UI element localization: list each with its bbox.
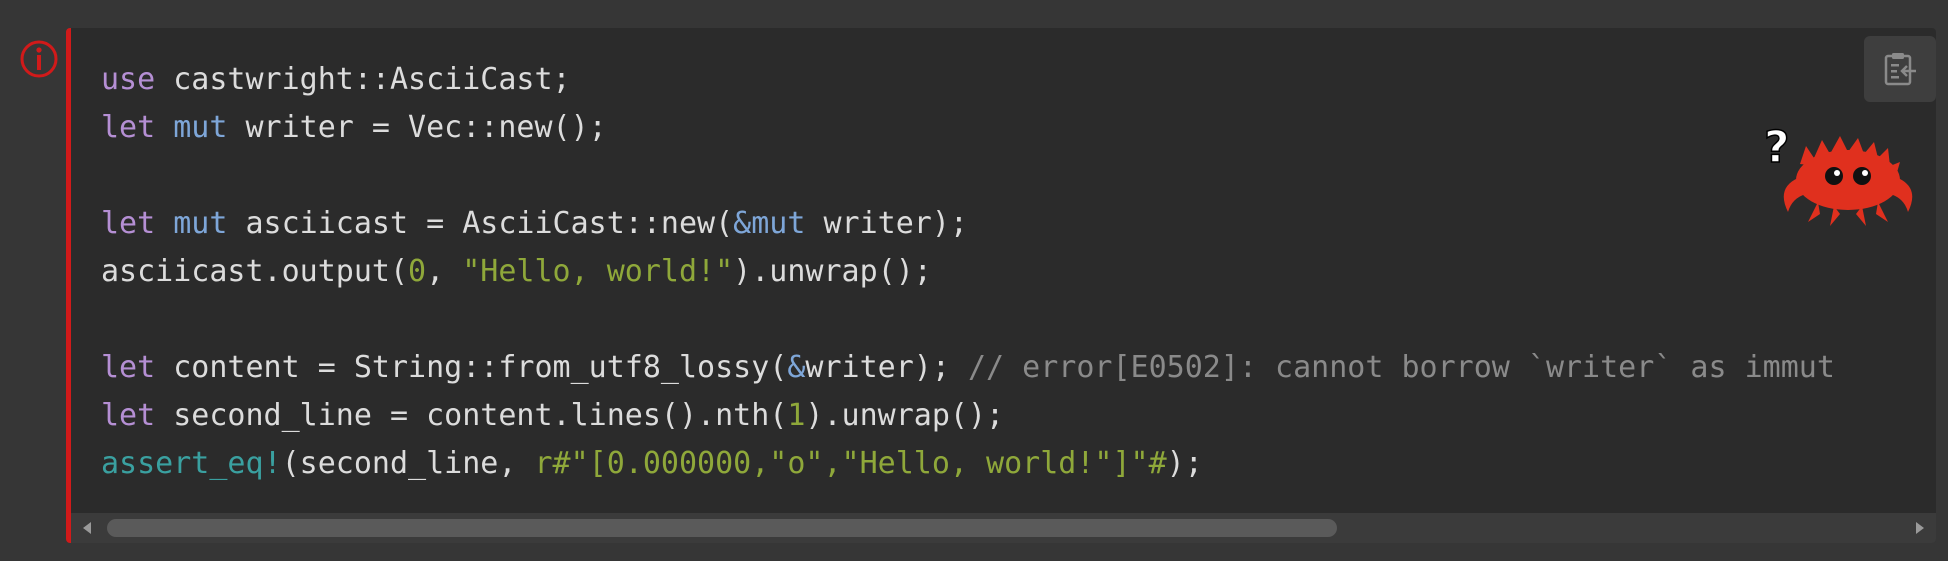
code-token: content = String::from_utf8_lossy(	[155, 350, 788, 385]
scroll-right-arrow-icon[interactable]	[1912, 520, 1928, 536]
code-token: let	[101, 398, 156, 433]
code-token: ).unwrap();	[805, 398, 1005, 433]
code-token: let	[101, 110, 156, 145]
code-line: asciicast.output(0, "Hello, world!").unw…	[101, 248, 1835, 296]
code-line: let second_line = content.lines().nth(1)…	[101, 392, 1835, 440]
code-line: let content = String::from_utf8_lossy(&w…	[101, 344, 1835, 392]
code-token: let	[101, 206, 156, 241]
code-token: 0	[408, 254, 427, 289]
horizontal-scrollbar[interactable]	[71, 513, 1936, 543]
scroll-left-arrow-icon[interactable]	[79, 520, 95, 536]
code-token: &	[787, 350, 806, 385]
code-content: use castwright::AsciiCast; let mut writer…	[101, 56, 1835, 488]
code-token: use	[101, 62, 156, 97]
code-token: assert_eq!	[101, 446, 282, 481]
code-token: mut	[173, 110, 228, 145]
code-token: asciicast.output(	[101, 254, 409, 289]
code-token: r#"[0.000000,"o","Hello, world!"]"#	[534, 446, 1167, 481]
code-token: // error[E0502]: cannot borrow `writer` …	[967, 350, 1835, 385]
code-line: assert_eq!(second_line, r#"[0.000000,"o"…	[101, 440, 1835, 488]
code-token: castwright::AsciiCast;	[155, 62, 571, 97]
code-token: let	[101, 350, 156, 385]
copy-button[interactable]	[1864, 36, 1936, 102]
code-token: (second_line,	[281, 446, 535, 481]
code-token: writer);	[805, 350, 968, 385]
code-token: writer = Vec::new();	[227, 110, 607, 145]
code-line: let mut writer = Vec::new();	[101, 104, 1835, 152]
question-mark: ?	[1764, 122, 1790, 173]
error-info-icon	[20, 40, 58, 78]
code-token: &mut	[733, 206, 806, 241]
code-token: mut	[173, 206, 228, 241]
code-token: asciicast = AsciiCast::new(	[227, 206, 734, 241]
code-token: writer);	[805, 206, 968, 241]
code-token: "Hello, world!"	[462, 254, 734, 289]
code-line: let mut asciicast = AsciiCast::new(&mut …	[101, 200, 1835, 248]
code-token: );	[1166, 446, 1203, 481]
code-token: ).unwrap();	[733, 254, 932, 289]
code-token: 1	[787, 398, 806, 433]
code-line: use castwright::AsciiCast;	[101, 56, 1835, 104]
code-token: ,	[426, 254, 463, 289]
code-token: second_line = content.lines().nth(	[155, 398, 788, 433]
scrollbar-thumb[interactable]	[107, 519, 1337, 537]
clipboard-copy-icon	[1884, 53, 1916, 86]
ferris-crab-question-icon: ?	[1763, 121, 1913, 226]
code-block: use castwright::AsciiCast; let mut writer…	[66, 28, 1936, 543]
